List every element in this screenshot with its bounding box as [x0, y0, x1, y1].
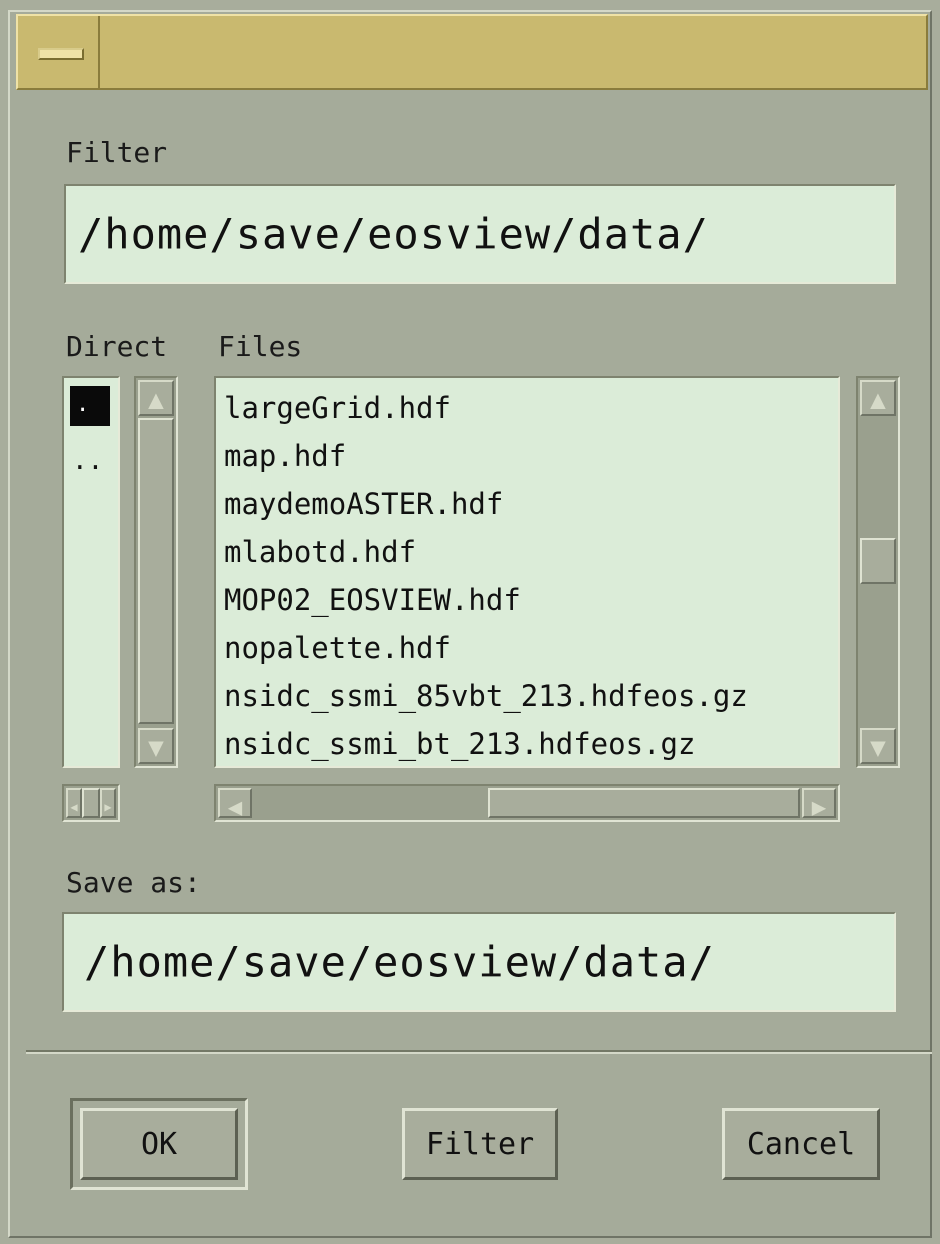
arrow-down-icon[interactable]: ▼	[138, 728, 174, 764]
file-item[interactable]: largeGrid.hdf	[224, 384, 451, 432]
scroll-thumb[interactable]	[860, 538, 896, 584]
filter-button[interactable]: Filter	[402, 1108, 558, 1180]
file-item[interactable]: maydemoASTER.hdf	[224, 480, 503, 528]
arrow-left-icon[interactable]: ◀	[218, 788, 252, 821]
title-bar[interactable]	[16, 14, 928, 90]
files-list[interactable]: largeGrid.hdf map.hdf maydemoASTER.hdf m…	[214, 376, 840, 768]
window-menu-icon	[38, 48, 84, 60]
window-menu-button[interactable]	[18, 16, 100, 88]
directories-list[interactable]: . ..	[62, 376, 120, 768]
scroll-thumb[interactable]	[82, 788, 100, 818]
arrow-down-icon[interactable]: ▼	[860, 728, 896, 764]
arrow-left-icon[interactable]: ◀	[66, 788, 82, 818]
arrow-right-icon[interactable]: ▶	[802, 788, 836, 821]
directory-item-selected[interactable]: .	[70, 386, 110, 426]
directory-item[interactable]: ..	[72, 446, 103, 476]
filter-input[interactable]: /home/save/eosview/data/	[64, 184, 896, 284]
ok-button[interactable]: OK	[80, 1108, 238, 1180]
arrow-up-icon[interactable]: ▲	[860, 380, 896, 416]
filter-input-text: /home/save/eosview/data/	[78, 209, 709, 259]
file-item[interactable]: mlabotd.hdf	[224, 528, 416, 576]
save-as-label: Save as:	[66, 866, 201, 899]
save-as-input[interactable]: /home/save/eosview/data/	[62, 912, 896, 1012]
directory-item-label: .	[76, 392, 90, 417]
file-item[interactable]: nopalette.hdf	[224, 624, 451, 672]
files-vscrollbar[interactable]: ▲ ▼	[856, 376, 900, 768]
scroll-thumb[interactable]	[138, 418, 174, 724]
arrow-up-icon[interactable]: ▲	[138, 380, 174, 416]
directories-label: Direct	[66, 330, 168, 363]
file-item[interactable]: MOP02_EOSVIEW.hdf	[224, 576, 521, 624]
filter-label: Filter	[66, 136, 168, 169]
scroll-thumb[interactable]	[488, 788, 800, 818]
directories-hscrollbar[interactable]: ◀ ▶	[62, 784, 120, 822]
files-hscrollbar[interactable]: ◀ ▶	[214, 784, 840, 822]
arrow-right-icon[interactable]: ▶	[100, 788, 116, 818]
file-item[interactable]: nsidc_ssmi_85vbt_213.hdfeos.gz	[224, 672, 748, 720]
directories-vscrollbar[interactable]: ▲ ▼	[134, 376, 178, 768]
file-item[interactable]: map.hdf	[224, 432, 346, 480]
files-label: Files	[218, 330, 303, 363]
save-as-input-text: /home/save/eosview/data/	[84, 937, 715, 987]
file-item[interactable]: nsidc_ssmi_bt_213.hdfeos.gz	[224, 720, 695, 766]
cancel-button[interactable]: Cancel	[722, 1108, 880, 1180]
separator	[26, 1050, 932, 1054]
